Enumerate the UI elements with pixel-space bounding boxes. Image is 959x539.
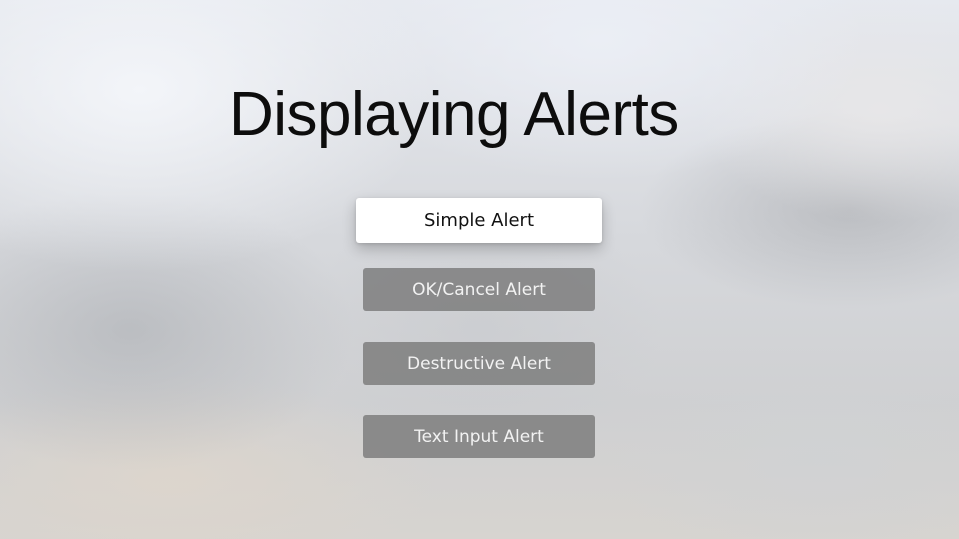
simple-alert-button[interactable]: Simple Alert	[356, 198, 602, 243]
page-title: Displaying Alerts	[229, 80, 679, 149]
destructive-alert-button[interactable]: Destructive Alert	[363, 342, 595, 385]
ok-cancel-alert-button[interactable]: OK/Cancel Alert	[363, 268, 595, 311]
text-input-alert-button[interactable]: Text Input Alert	[363, 415, 595, 458]
